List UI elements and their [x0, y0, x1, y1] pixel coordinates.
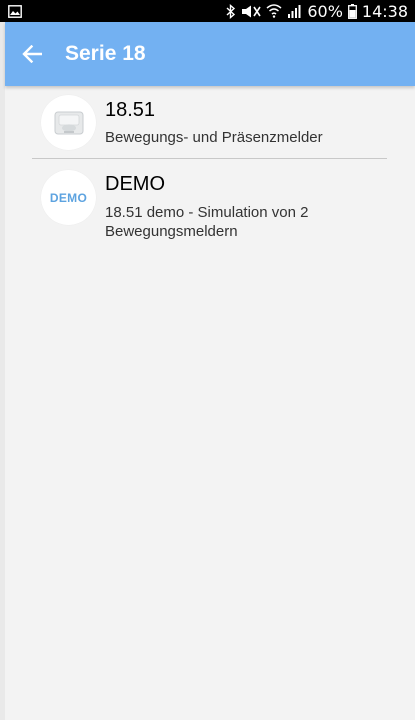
app-bar: Serie 18 [5, 22, 415, 86]
list-item-demo[interactable]: DEMO DEMO 18.51 demo - Simulation von 2 … [5, 159, 415, 259]
item-title: DEMO [105, 173, 165, 195]
status-bar: 60% 14:38 [0, 0, 415, 22]
avatar [41, 95, 96, 150]
clock: 14:38 [361, 1, 408, 21]
motion-sensor-icon [52, 109, 86, 137]
device-list: 18.51 Bewegungs- und Präsenzmelder DEMO … [5, 86, 415, 720]
signal-icon [287, 4, 302, 18]
arrow-left-icon [22, 45, 42, 63]
item-title: 18.51 [105, 99, 156, 121]
bluetooth-icon [226, 3, 236, 19]
mute-icon [241, 4, 261, 19]
gallery-icon [8, 4, 22, 18]
avatar: DEMO [41, 170, 96, 225]
back-button[interactable] [5, 22, 59, 86]
item-subtitle: Bewegungs- und Präsenzmelder [105, 129, 323, 146]
battery-icon [347, 3, 357, 19]
page-title: Serie 18 [65, 42, 146, 65]
battery-percentage: 60% [307, 1, 343, 21]
wifi-icon [266, 4, 282, 18]
list-item-18-51[interactable]: 18.51 Bewegungs- und Präsenzmelder [5, 86, 415, 159]
item-subtitle: 18.51 demo - Simulation von 2 Bewegungsm… [105, 204, 309, 240]
demo-badge: DEMO [49, 190, 88, 205]
